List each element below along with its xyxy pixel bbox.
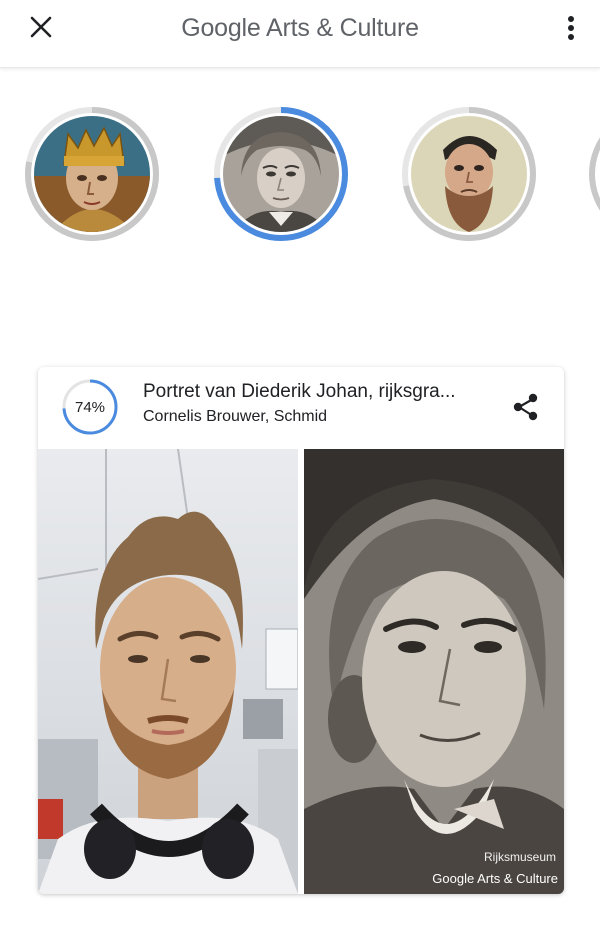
brand-credit: Google Arts & Culture <box>432 871 558 886</box>
match-result-card[interactable]: 74% Portret van Diederik Johan, rijksgra… <box>38 367 564 894</box>
artwork-title[interactable]: Portret van Diederik Johan, rijksgra... <box>143 381 508 403</box>
share-button[interactable] <box>510 391 542 423</box>
match-score-text: 74% <box>74 398 106 416</box>
crowned-king-portrait <box>34 116 150 232</box>
more-vert-icon <box>568 16 574 40</box>
museum-credit: Rijksmuseum <box>483 850 556 864</box>
artwork-image: Rijksmuseum Google Arts & Culture <box>304 449 564 894</box>
match-item-next-partial[interactable] <box>586 104 600 244</box>
app-title: Google Arts & Culture <box>0 14 600 43</box>
match-item-bearded-man[interactable] <box>399 104 539 244</box>
diederik-johan-portrait <box>223 116 339 232</box>
more-options-button[interactable] <box>556 10 586 46</box>
match-item-diederik-johan[interactable] <box>211 104 351 244</box>
match-item-crowned-king[interactable] <box>22 104 162 244</box>
top-app-bar: Google Arts & Culture <box>0 0 600 68</box>
match-carousel[interactable] <box>0 100 600 250</box>
user-selfie-photo <box>38 449 298 894</box>
bearded-man-portrait <box>411 116 527 232</box>
artwork-artist: Cornelis Brouwer, Schmid <box>143 408 328 425</box>
app-title-text: Google Arts & Culture <box>181 14 419 42</box>
share-icon <box>513 393 538 421</box>
